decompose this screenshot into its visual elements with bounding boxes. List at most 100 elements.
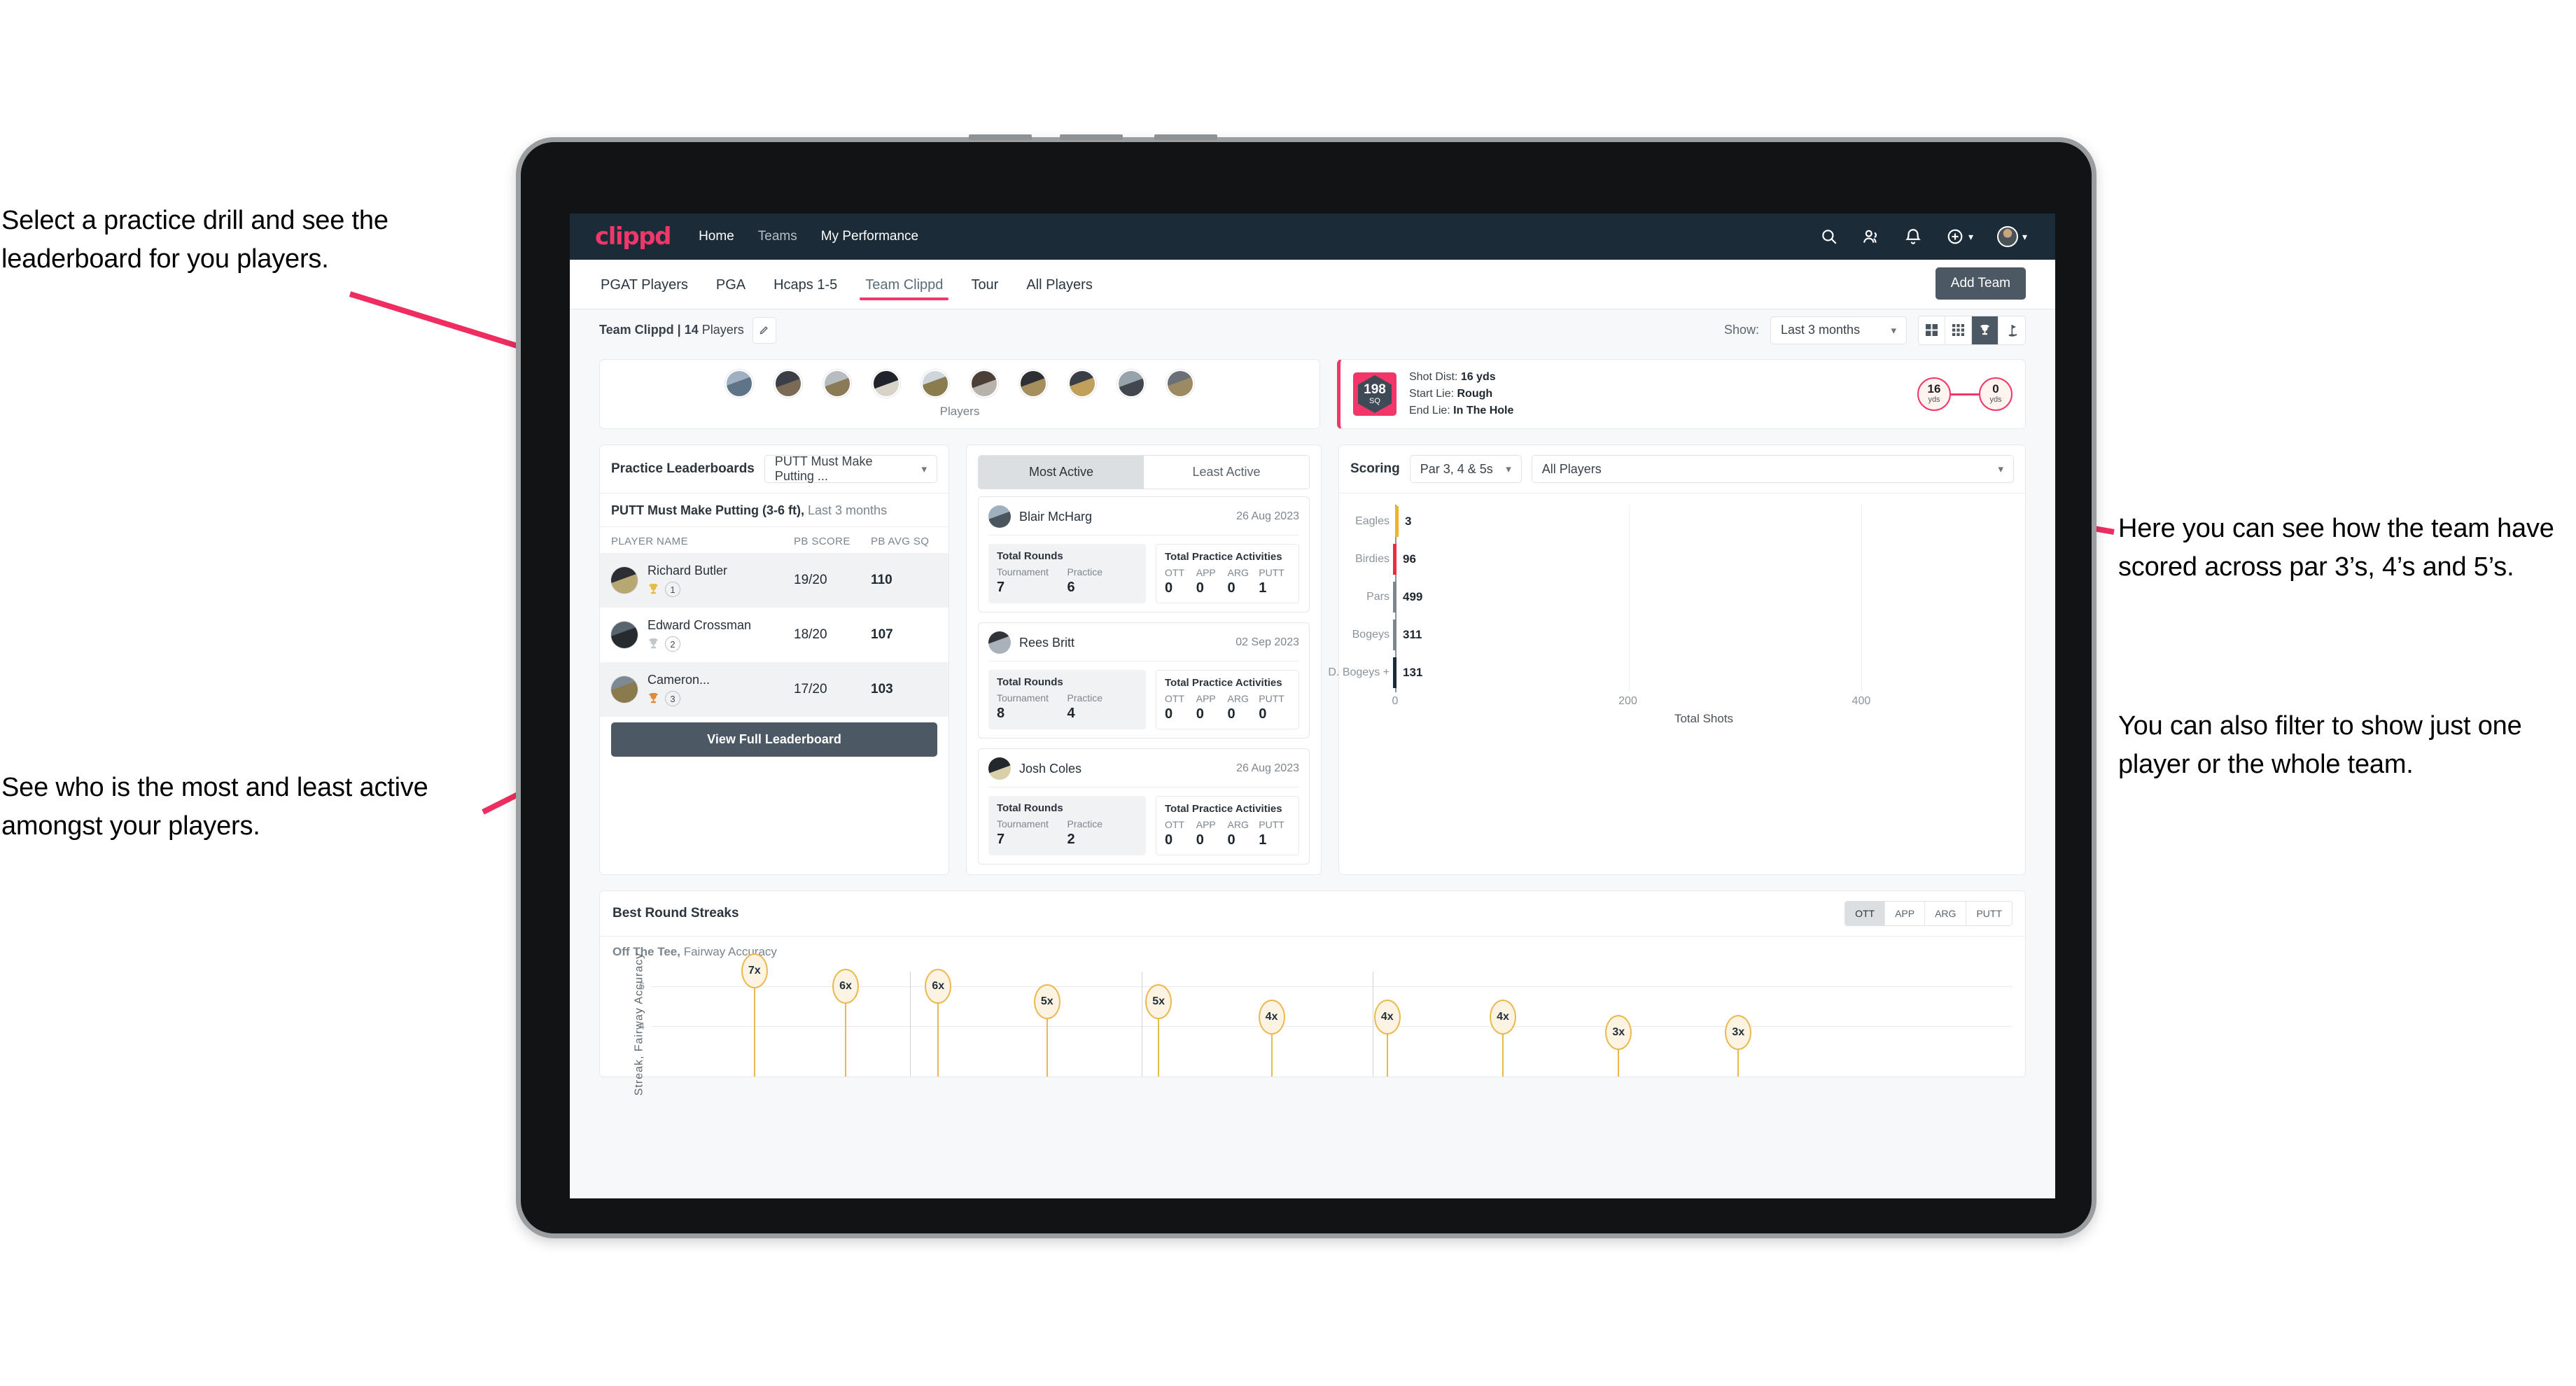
- streaks-subtitle: Off The Tee, Fairway Accuracy: [600, 937, 2025, 959]
- clippd-logo[interactable]: clippd: [595, 223, 671, 251]
- streak-marker[interactable]: 5x: [1145, 984, 1172, 1077]
- table-row[interactable]: Cameron... 3 17/20 103: [600, 662, 948, 717]
- player-avatar[interactable]: [921, 370, 949, 398]
- streak-marker[interactable]: 7x: [741, 953, 768, 1077]
- grid-small-view-button[interactable]: [1945, 316, 1972, 344]
- trophy-view-button[interactable]: [1972, 316, 1998, 344]
- player-avatar[interactable]: [1019, 370, 1047, 398]
- date-range-select[interactable]: Last 3 months ▾: [1770, 316, 1907, 344]
- team-name-count: Team Clippd | 14: [599, 323, 699, 337]
- par-select[interactable]: Par 3, 4 & 5s ▾: [1409, 455, 1522, 483]
- people-icon[interactable]: [1862, 227, 1880, 246]
- tab-ott[interactable]: OTT: [1845, 902, 1886, 925]
- trophy-icon: [649, 638, 658, 649]
- streak-marker[interactable]: 6x: [925, 969, 952, 1077]
- edit-team-button[interactable]: [752, 316, 776, 344]
- ott-stat: OTT 0: [1165, 819, 1196, 848]
- tab-hcaps-1-5[interactable]: Hcaps 1-5: [772, 262, 839, 307]
- view-full-leaderboard-button[interactable]: View Full Leaderboard: [611, 722, 937, 757]
- player-avatar[interactable]: [1166, 370, 1194, 398]
- bar-cap: [1393, 582, 1396, 612]
- annotation-bottom-left: See who is the most and least active amo…: [1, 773, 428, 841]
- streak-marker[interactable]: 4x: [1490, 1000, 1516, 1077]
- tab-most-active[interactable]: Most Active: [979, 456, 1144, 489]
- start-distance-node: 16 yds: [1917, 377, 1951, 411]
- nav-item-home[interactable]: Home: [699, 229, 734, 244]
- ott-label: OTT: [1165, 693, 1184, 704]
- leaderboard-column-headers: PLAYER NAME PB SCORE PB AVG SQ: [600, 527, 948, 553]
- putt-stat: PUTT 1: [1259, 819, 1290, 848]
- search-icon[interactable]: [1820, 227, 1838, 246]
- player-filter-select[interactable]: All Players ▾: [1531, 455, 2014, 483]
- streak-marker[interactable]: 4x: [1258, 1000, 1285, 1077]
- nav-item-my-performance[interactable]: My Performance: [821, 229, 918, 244]
- notification-bell-icon[interactable]: [1904, 227, 1922, 246]
- activity-panel: Most Active Least Active Blair McHarg 26…: [966, 444, 1322, 875]
- leaderboard-subtitle: PUTT Must Make Putting (3-6 ft), Last 3 …: [600, 493, 948, 527]
- tab-all-players[interactable]: All Players: [1025, 262, 1093, 307]
- par-select-value: Par 3, 4 & 5s: [1420, 461, 1493, 476]
- streak-bubble: 5x: [1033, 984, 1060, 1019]
- xtick-200: 200: [1618, 695, 1637, 707]
- drill-select-value: PUTT Must Make Putting ...: [774, 454, 873, 483]
- total-rounds-label: Total Rounds: [997, 550, 1063, 562]
- ott-value: 0: [1165, 832, 1173, 848]
- user-avatar[interactable]: [1996, 226, 2018, 247]
- activity-card-body: Total Rounds Tournament 7 Practice 6 Total…: [988, 544, 1299, 603]
- table-row[interactable]: Edward Crossman 2 18/20 107: [600, 608, 948, 662]
- tab-pga[interactable]: PGA: [715, 262, 747, 307]
- rank-badge: 1: [665, 582, 680, 597]
- grid-large-view-button[interactable]: [1919, 316, 1945, 344]
- player-avatar[interactable]: [1117, 370, 1145, 398]
- grid-small-icon: [1952, 324, 1964, 336]
- trophy-icon: [1980, 324, 1989, 335]
- avatar: [611, 567, 638, 594]
- tournament-rounds: Tournament 8: [997, 692, 1068, 722]
- streak-marker[interactable]: 4x: [1373, 1000, 1401, 1077]
- drill-select[interactable]: PUTT Must Make Putting ... ▾: [764, 454, 937, 483]
- total-rounds-label: Total Rounds: [997, 676, 1063, 688]
- tab-tour[interactable]: Tour: [969, 262, 1000, 307]
- tab-team-clippd[interactable]: Team Clippd: [860, 262, 949, 307]
- player-name: Josh Coles: [1019, 761, 1082, 776]
- column-pb-avg-sq: PB AVG SQ: [871, 536, 930, 547]
- add-team-button[interactable]: Add Team: [1935, 267, 2026, 300]
- list-item[interactable]: Blair McHarg 26 Aug 2023 Total Rounds To…: [978, 496, 1310, 612]
- streaks-chart: Streak, Fairway Accuracy 6 4 7x 6x 6x 5x…: [633, 953, 2012, 1096]
- streaks-metric-bold: Off The Tee,: [612, 945, 680, 958]
- bar-row-double-bogeys: D. Bogeys + 131: [1328, 657, 1422, 688]
- pb-score-value: 18/20: [794, 627, 827, 642]
- player-name: Rees Britt: [1019, 635, 1075, 650]
- player-avatar[interactable]: [823, 370, 851, 398]
- add-menu[interactable]: ▾: [1946, 227, 1973, 246]
- streak-marker[interactable]: 3x: [1725, 1015, 1752, 1077]
- end-distance-node: 0 yds: [1979, 377, 2012, 411]
- player-avatar[interactable]: [970, 370, 998, 398]
- streak-marker[interactable]: 5x: [1033, 984, 1060, 1077]
- list-item[interactable]: Rees Britt 02 Sep 2023 Total Rounds Tour…: [978, 622, 1310, 738]
- tab-pgat-players[interactable]: PGAT Players: [599, 262, 690, 307]
- tab-app[interactable]: APP: [1885, 902, 1926, 925]
- streak-marker[interactable]: 3x: [1605, 1015, 1632, 1077]
- flag-view-button[interactable]: [1998, 316, 2025, 344]
- account-menu[interactable]: ▾: [1996, 226, 2027, 247]
- tournament-value: 7: [997, 580, 1005, 595]
- player-avatar[interactable]: [872, 370, 900, 398]
- add-circle-icon[interactable]: [1946, 227, 1964, 246]
- scoring-chart-xticks: 0 200 400: [1392, 692, 2012, 710]
- player-name: Blair McHarg: [1019, 509, 1093, 524]
- player-avatar[interactable]: [774, 370, 802, 398]
- list-item[interactable]: Josh Coles 26 Aug 2023 Total Rounds Tour…: [978, 748, 1310, 864]
- tab-arg[interactable]: ARG: [1925, 902, 1967, 925]
- last-activity-date: 26 Aug 2023: [1236, 510, 1299, 522]
- player-avatar[interactable]: [725, 370, 753, 398]
- player-avatar[interactable]: [1068, 370, 1096, 398]
- trophy-icon: [649, 584, 658, 594]
- table-row[interactable]: Richard Butler 1 19/20 110: [600, 553, 948, 608]
- tab-putt[interactable]: PUTT: [1966, 902, 2012, 925]
- round-divider: [910, 972, 911, 1077]
- rank-badge: 3: [665, 691, 680, 706]
- streak-marker[interactable]: 6x: [832, 969, 860, 1077]
- tab-least-active[interactable]: Least Active: [1144, 456, 1309, 489]
- nav-item-teams[interactable]: Teams: [758, 229, 797, 244]
